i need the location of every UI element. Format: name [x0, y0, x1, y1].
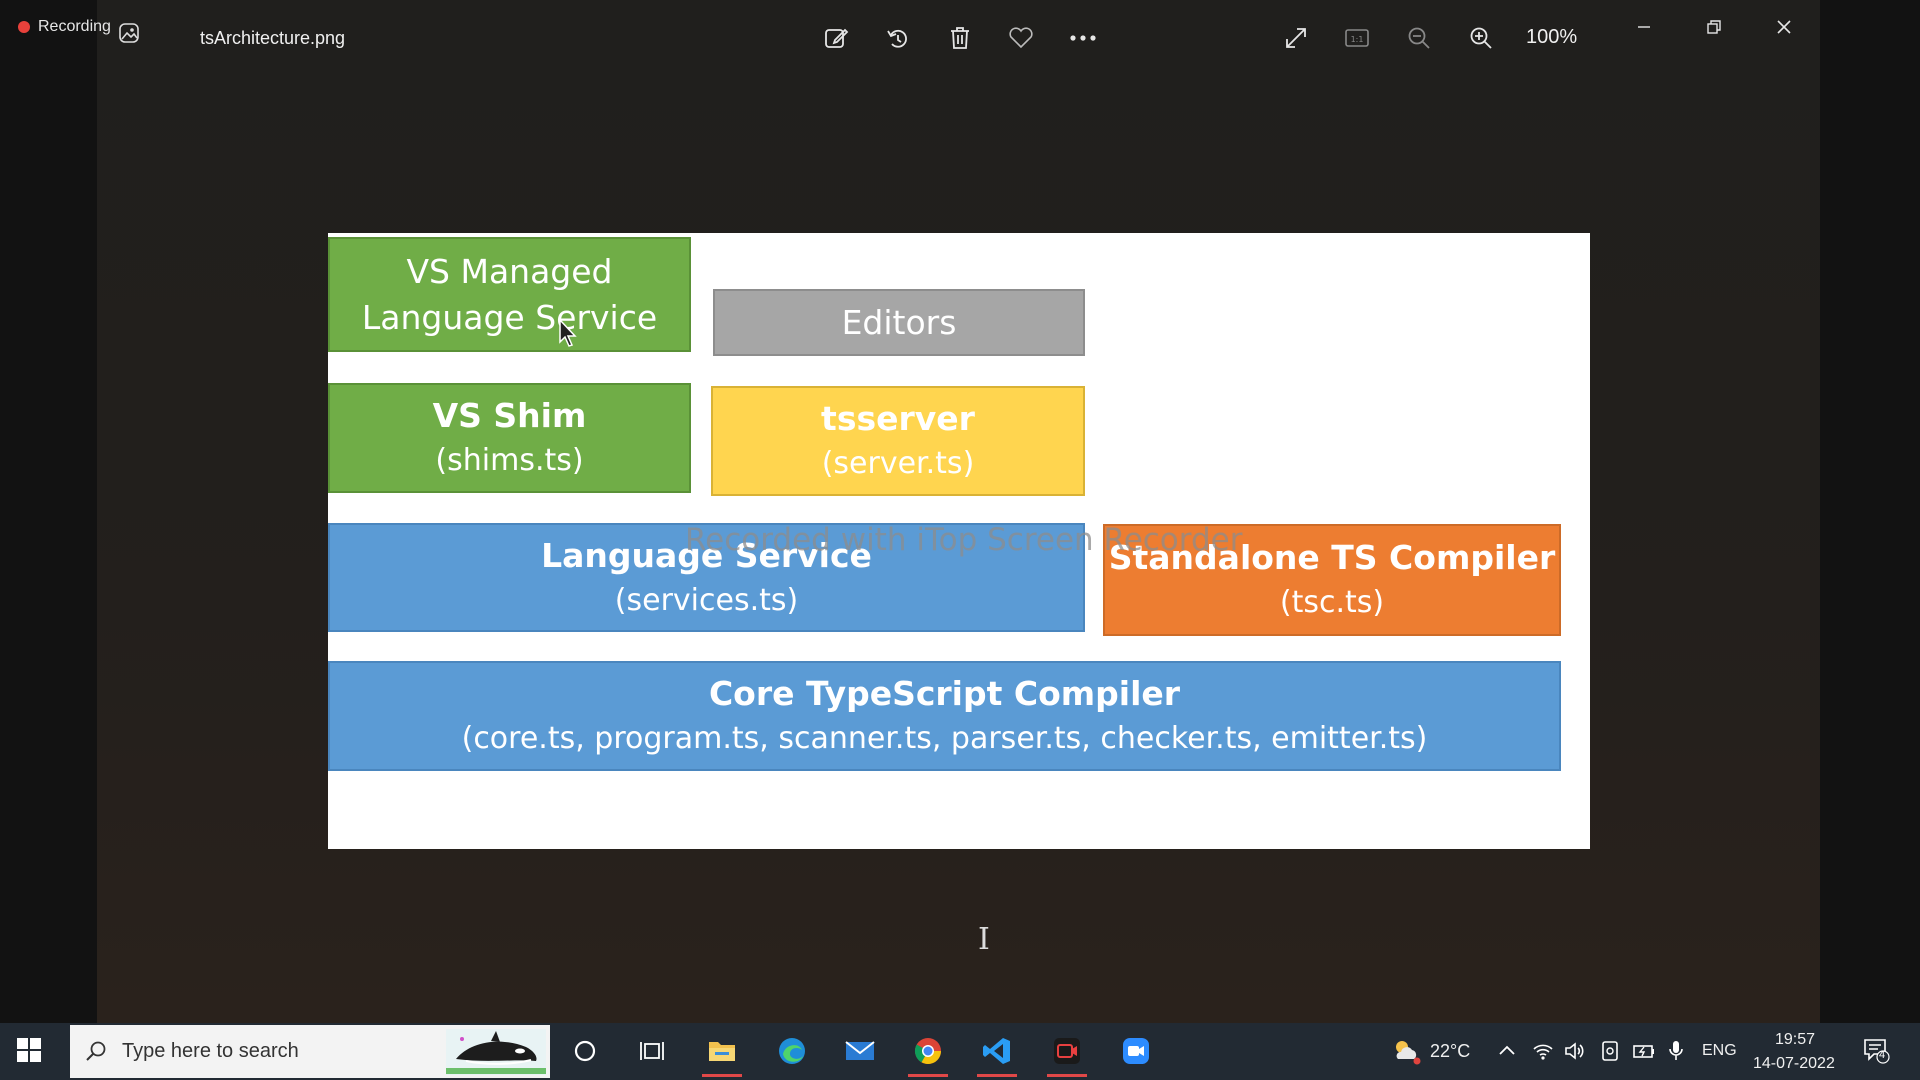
rotate-icon [887, 29, 907, 48]
tsserver-title: tsserver [821, 399, 975, 438]
task-view-icon [640, 1042, 664, 1060]
mail-icon [845, 1041, 875, 1060]
tsserver-file: (server.ts) [821, 446, 975, 481]
cortana-icon [574, 1040, 596, 1062]
core-typescript-compiler-box: Core TypeScript Compiler (core.ts, progr… [328, 661, 1561, 771]
minimize-button[interactable] [1624, 12, 1664, 42]
zoom-out-button[interactable] [1403, 22, 1435, 54]
vs-managed-line2: Language Service [361, 297, 658, 337]
left-margin [0, 0, 97, 1023]
recording-label: Recording [38, 18, 111, 35]
editors-box: Editors [713, 289, 1085, 356]
restore-icon [1707, 20, 1721, 34]
core-title: Core TypeScript Compiler [708, 674, 1181, 713]
cortana-button[interactable] [563, 1031, 607, 1071]
svg-text:1:1: 1:1 [1351, 35, 1364, 44]
weather-temperature[interactable]: 22°C [1430, 1041, 1470, 1062]
device-icon[interactable] [1600, 1040, 1620, 1062]
zoom-in-button[interactable] [1465, 22, 1497, 54]
favorite-button[interactable] [1005, 22, 1037, 54]
search-placeholder: Type here to search [122, 1040, 299, 1062]
network-icon[interactable] [1532, 1041, 1554, 1061]
file-explorer-icon [709, 1042, 735, 1061]
delete-button[interactable] [944, 22, 976, 54]
vs-shim-file: (shims.ts) [435, 443, 584, 478]
clock-time[interactable]: 19:57 [1775, 1031, 1815, 1049]
trash-icon [951, 27, 969, 49]
editors-label: Editors [841, 302, 957, 342]
heart-icon [1009, 27, 1033, 49]
language-service-file: (services.ts) [614, 582, 799, 618]
windows-taskbar: Type here to search 22°C ENG 19:57 14-07… [0, 1023, 1920, 1080]
chevron-up-icon[interactable] [1498, 1043, 1516, 1057]
file-explorer-button[interactable] [700, 1031, 744, 1077]
microphone-icon[interactable] [1668, 1039, 1684, 1063]
expand-icon [1286, 28, 1306, 48]
ellipsis-icon [1070, 35, 1096, 41]
minimize-icon [1638, 26, 1650, 28]
file-name: tsArchitecture.png [200, 28, 346, 48]
record-dot-icon [18, 21, 30, 33]
input-language[interactable]: ENG [1702, 1042, 1737, 1060]
screen: Recording tsArchitecture.png 1:1 100% VS… [0, 0, 1920, 1080]
chrome-icon [914, 1038, 942, 1065]
active-app-indicator [1047, 1074, 1087, 1077]
active-app-indicator [908, 1074, 948, 1077]
vs-managed-language-service-box: VS Managed Language Service [328, 237, 691, 352]
chrome-button[interactable] [906, 1031, 950, 1077]
active-app-indicator [977, 1074, 1017, 1077]
windows-logo-icon [17, 1038, 41, 1062]
start-button[interactable] [16, 1037, 46, 1067]
actual-size-icon: 1:1 [1345, 29, 1369, 47]
search-icon [86, 1041, 106, 1061]
screen-recorder-button[interactable] [1045, 1031, 1089, 1077]
fullscreen-button[interactable] [1280, 22, 1312, 54]
taskbar-search-box[interactable]: Type here to search [70, 1025, 550, 1078]
edge-button[interactable] [770, 1031, 814, 1071]
recording-indicator[interactable]: Recording [18, 18, 111, 36]
recorder-watermark: Recorded with iTop Screen Recorder [685, 522, 1243, 558]
weather-icon [1396, 1041, 1421, 1065]
edge-icon [779, 1038, 805, 1064]
battery-icon[interactable] [1632, 1041, 1656, 1061]
restore-button[interactable] [1694, 12, 1734, 42]
clock-date[interactable]: 14-07-2022 [1753, 1055, 1835, 1073]
vscode-button[interactable] [975, 1031, 1019, 1077]
more-options-button[interactable] [1067, 22, 1099, 54]
close-button[interactable] [1764, 12, 1804, 42]
vs-shim-title: VS Shim [432, 396, 587, 435]
vs-managed-line1: VS Managed [406, 251, 613, 291]
vs-shim-box: VS Shim (shims.ts) [328, 383, 691, 493]
zoom-icon [1123, 1038, 1149, 1064]
mail-button[interactable] [838, 1031, 882, 1071]
zoom-level[interactable]: 100% [1526, 26, 1577, 49]
vscode-icon [983, 1038, 1010, 1064]
notification-count: 4 [1879, 1049, 1886, 1061]
zoom-app-button[interactable] [1114, 1031, 1158, 1071]
task-view-button[interactable] [630, 1031, 674, 1071]
actual-size-button[interactable]: 1:1 [1341, 22, 1373, 54]
text-cursor-icon: I [978, 922, 990, 957]
search-highlight-orca-icon [446, 1029, 546, 1075]
image-gallery-icon [119, 23, 139, 43]
edit-image-button[interactable] [820, 22, 852, 54]
close-icon [1777, 20, 1791, 34]
zoom-in-icon [1470, 27, 1492, 49]
volume-icon[interactable] [1564, 1041, 1586, 1061]
notification-center-button[interactable]: 4 [1862, 1036, 1890, 1064]
tsserver-box: tsserver (server.ts) [711, 386, 1085, 496]
rotate-button[interactable] [882, 22, 914, 54]
mouse-pointer-icon [559, 318, 577, 347]
zoom-out-icon [1408, 27, 1430, 49]
core-files: (core.ts, program.ts, scanner.ts, parser… [461, 721, 1428, 756]
edit-image-icon [825, 28, 849, 48]
gallery-button[interactable] [114, 18, 144, 48]
active-app-indicator [702, 1074, 742, 1077]
right-margin [1820, 0, 1920, 1023]
standalone-file: (tsc.ts) [1279, 585, 1385, 620]
notification-icon [1864, 1039, 1890, 1064]
screen-recorder-icon [1054, 1038, 1080, 1064]
